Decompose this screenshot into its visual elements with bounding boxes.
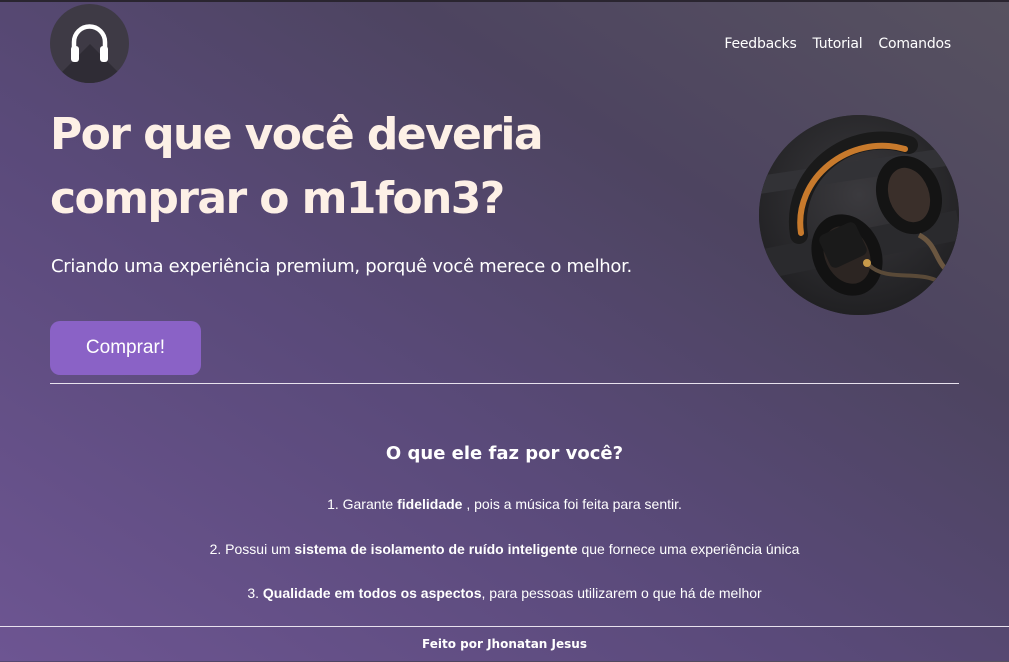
headphones-icon <box>71 24 108 62</box>
feature-item-2: 2. Possui um sistema de isolamento de ru… <box>0 539 1009 584</box>
feature-2-bold: sistema de isolamento de ruído inteligen… <box>294 540 578 557</box>
footer-text: Feito por Jhonatan Jesus <box>422 637 587 651</box>
hero-title-line1: Por que você deveria <box>50 109 544 160</box>
product-image <box>759 115 959 315</box>
feature-item-3: 3. Qualidade em todos os aspectos, para … <box>0 583 1009 628</box>
feature-1-prefix: 1. Garante <box>327 496 398 512</box>
feature-item-1: 1. Garante fidelidade , pois a música fo… <box>0 494 1009 539</box>
feature-1-suffix: , pois a música foi feita para sentir. <box>462 496 682 512</box>
hero-title-line2: comprar o m1fon3? <box>50 173 505 224</box>
buy-button[interactable]: Comprar! <box>50 321 201 375</box>
logo[interactable] <box>50 4 129 83</box>
feature-2-prefix: 2. Possui um <box>209 540 295 557</box>
features-list: 1. Garante fidelidade , pois a música fo… <box>0 494 1009 628</box>
feature-1-bold: fidelidade <box>397 496 463 512</box>
nav-link-tutorial[interactable]: Tutorial <box>813 36 863 52</box>
hero-title: Por que você deveria comprar o m1fon3? <box>50 103 650 231</box>
feature-3-bold: Qualidade em todos os aspectos <box>262 585 482 601</box>
nav-link-comandos[interactable]: Comandos <box>878 36 951 52</box>
feature-3-suffix: , para pessoas utilizarem o que há de me… <box>481 585 762 601</box>
main-nav: Feedbacks Tutorial Comandos <box>724 36 951 52</box>
footer: Feito por Jhonatan Jesus <box>0 626 1009 662</box>
feature-2-suffix: que fornece uma experiência única <box>577 540 800 557</box>
features-heading: O que ele faz por você? <box>385 443 624 464</box>
hero-subtitle: Criando uma experiência premium, porquê … <box>51 256 632 277</box>
section-divider <box>50 383 959 384</box>
top-border <box>0 0 1009 2</box>
feature-3-prefix: 3. <box>247 585 263 601</box>
nav-link-feedbacks[interactable]: Feedbacks <box>724 36 796 52</box>
headphones-photo <box>759 115 959 315</box>
